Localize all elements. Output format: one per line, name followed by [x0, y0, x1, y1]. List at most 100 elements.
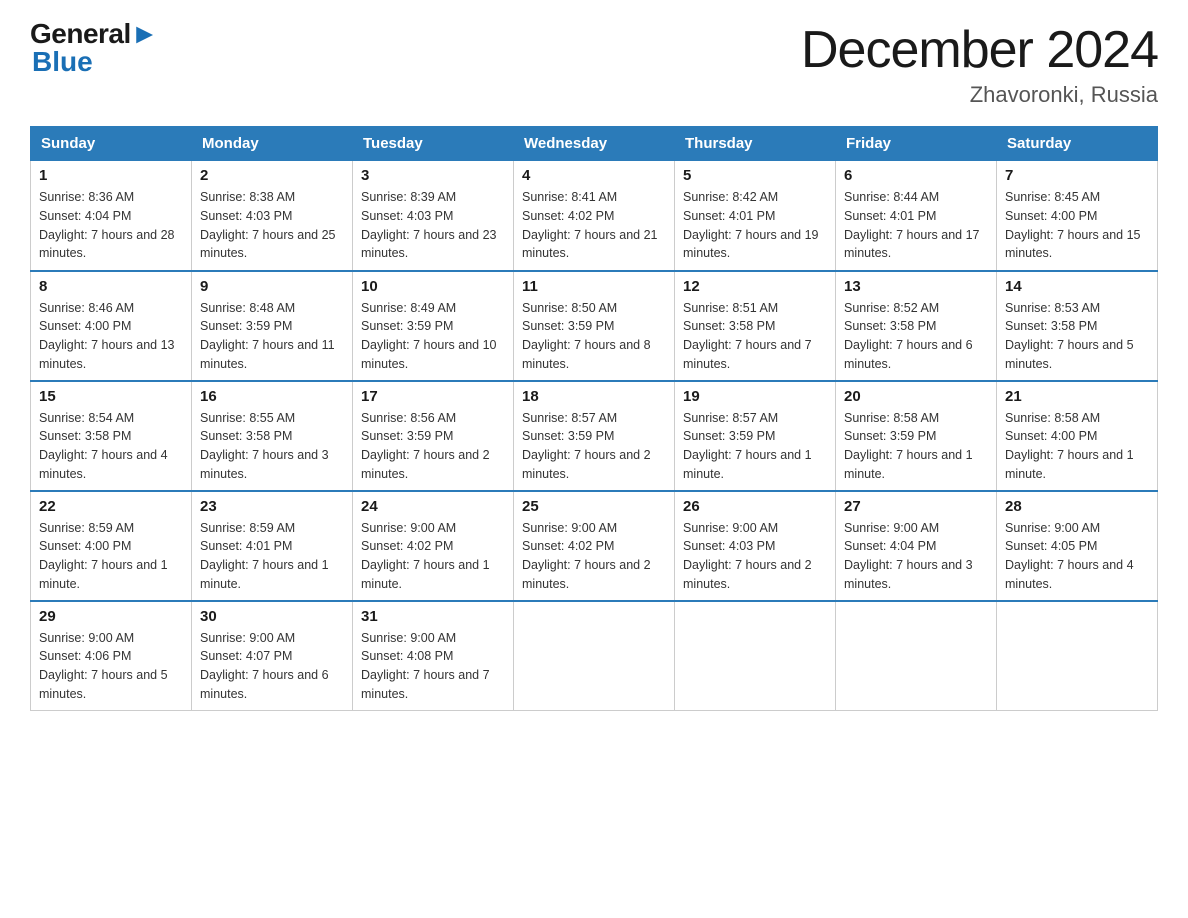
col-header-thursday: Thursday: [675, 127, 836, 161]
day-number: 16: [200, 388, 344, 405]
calendar-cell: 21 Sunrise: 8:58 AMSunset: 4:00 PMDayligh…: [997, 381, 1158, 491]
calendar-cell: 9 Sunrise: 8:48 AMSunset: 3:59 PMDaylight…: [192, 271, 353, 381]
day-number: 5: [683, 167, 827, 184]
calendar-cell: 27 Sunrise: 9:00 AMSunset: 4:04 PMDayligh…: [836, 491, 997, 601]
cell-info: Sunrise: 9:00 AMSunset: 4:08 PMDaylight:…: [361, 631, 490, 701]
day-number: 4: [522, 167, 666, 184]
day-number: 29: [39, 608, 183, 625]
cell-info: Sunrise: 8:49 AMSunset: 3:59 PMDaylight:…: [361, 301, 497, 371]
calendar-cell: [514, 601, 675, 711]
cell-info: Sunrise: 8:58 AMSunset: 4:00 PMDaylight:…: [1005, 411, 1134, 481]
day-number: 3: [361, 167, 505, 184]
day-number: 7: [1005, 167, 1149, 184]
cell-info: Sunrise: 8:45 AMSunset: 4:00 PMDaylight:…: [1005, 190, 1141, 260]
day-number: 25: [522, 498, 666, 515]
calendar-week-1: 1Sunrise: 8:36 AMSunset: 4:04 PMDaylight…: [31, 161, 1158, 271]
calendar-cell: 7 Sunrise: 8:45 AMSunset: 4:00 PMDaylight…: [997, 161, 1158, 271]
day-number: 22: [39, 498, 183, 515]
day-number: 18: [522, 388, 666, 405]
col-header-friday: Friday: [836, 127, 997, 161]
calendar-cell: 8 Sunrise: 8:46 AMSunset: 4:00 PMDaylight…: [31, 271, 192, 381]
calendar-cell: 18 Sunrise: 8:57 AMSunset: 3:59 PMDayligh…: [514, 381, 675, 491]
day-number: 15: [39, 388, 183, 405]
calendar-week-5: 29 Sunrise: 9:00 AMSunset: 4:06 PMDayligh…: [31, 601, 1158, 711]
calendar-cell: 19Sunrise: 8:57 AMSunset: 3:59 PMDayligh…: [675, 381, 836, 491]
calendar-cell: [997, 601, 1158, 711]
page-header: General► Blue December 2024 Zhavoronki, …: [30, 20, 1158, 108]
day-number: 28: [1005, 498, 1149, 515]
calendar-cell: 25 Sunrise: 9:00 AMSunset: 4:02 PMDayligh…: [514, 491, 675, 601]
day-number: 27: [844, 498, 988, 515]
calendar-cell: 17 Sunrise: 8:56 AMSunset: 3:59 PMDayligh…: [353, 381, 514, 491]
cell-info: Sunrise: 8:58 AMSunset: 3:59 PMDaylight:…: [844, 411, 973, 481]
calendar-cell: 22 Sunrise: 8:59 AMSunset: 4:00 PMDayligh…: [31, 491, 192, 601]
calendar-cell: 1Sunrise: 8:36 AMSunset: 4:04 PMDaylight…: [31, 161, 192, 271]
logo-text-blue: Blue: [32, 48, 158, 76]
cell-info: Sunrise: 8:55 AMSunset: 3:58 PMDaylight:…: [200, 411, 329, 481]
calendar-cell: 28 Sunrise: 9:00 AMSunset: 4:05 PMDayligh…: [997, 491, 1158, 601]
day-number: 2: [200, 167, 344, 184]
cell-info: Sunrise: 8:59 AMSunset: 4:00 PMDaylight:…: [39, 521, 168, 591]
cell-info: Sunrise: 8:54 AMSunset: 3:58 PMDaylight:…: [39, 411, 168, 481]
calendar-cell: 15 Sunrise: 8:54 AMSunset: 3:58 PMDayligh…: [31, 381, 192, 491]
calendar-cell: 23Sunrise: 8:59 AMSunset: 4:01 PMDayligh…: [192, 491, 353, 601]
calendar-week-2: 8 Sunrise: 8:46 AMSunset: 4:00 PMDaylight…: [31, 271, 1158, 381]
day-number: 20: [844, 388, 988, 405]
cell-info: Sunrise: 8:57 AMSunset: 3:59 PMDaylight:…: [683, 411, 812, 481]
day-number: 17: [361, 388, 505, 405]
day-number: 24: [361, 498, 505, 515]
day-number: 11: [522, 278, 666, 295]
cell-info: Sunrise: 8:42 AMSunset: 4:01 PMDaylight:…: [683, 190, 819, 260]
col-header-tuesday: Tuesday: [353, 127, 514, 161]
day-number: 13: [844, 278, 988, 295]
cell-info: Sunrise: 8:38 AMSunset: 4:03 PMDaylight:…: [200, 190, 336, 260]
day-number: 26: [683, 498, 827, 515]
cell-info: Sunrise: 8:46 AMSunset: 4:00 PMDaylight:…: [39, 301, 175, 371]
cell-info: Sunrise: 8:53 AMSunset: 3:58 PMDaylight:…: [1005, 301, 1134, 371]
calendar-cell: 30 Sunrise: 9:00 AMSunset: 4:07 PMDayligh…: [192, 601, 353, 711]
calendar-cell: 14 Sunrise: 8:53 AMSunset: 3:58 PMDayligh…: [997, 271, 1158, 381]
calendar-cell: 4 Sunrise: 8:41 AMSunset: 4:02 PMDaylight…: [514, 161, 675, 271]
calendar-cell: [836, 601, 997, 711]
location: Zhavoronki, Russia: [801, 82, 1158, 108]
cell-info: Sunrise: 9:00 AMSunset: 4:02 PMDaylight:…: [361, 521, 490, 591]
cell-info: Sunrise: 9:00 AMSunset: 4:02 PMDaylight:…: [522, 521, 651, 591]
calendar-week-3: 15 Sunrise: 8:54 AMSunset: 3:58 PMDayligh…: [31, 381, 1158, 491]
day-number: 9: [200, 278, 344, 295]
day-number: 21: [1005, 388, 1149, 405]
day-number: 30: [200, 608, 344, 625]
col-header-wednesday: Wednesday: [514, 127, 675, 161]
calendar-cell: 16 Sunrise: 8:55 AMSunset: 3:58 PMDayligh…: [192, 381, 353, 491]
cell-info: Sunrise: 8:51 AMSunset: 3:58 PMDaylight:…: [683, 301, 812, 371]
day-number: 14: [1005, 278, 1149, 295]
calendar-table: Sunday Monday Tuesday Wednesday Thursday…: [30, 126, 1158, 711]
col-header-sunday: Sunday: [31, 127, 192, 161]
cell-info: Sunrise: 8:52 AMSunset: 3:58 PMDaylight:…: [844, 301, 973, 371]
cell-info: Sunrise: 9:00 AMSunset: 4:05 PMDaylight:…: [1005, 521, 1134, 591]
month-title: December 2024: [801, 20, 1158, 80]
cell-info: Sunrise: 8:50 AMSunset: 3:59 PMDaylight:…: [522, 301, 651, 371]
calendar-cell: 3Sunrise: 8:39 AMSunset: 4:03 PMDaylight…: [353, 161, 514, 271]
col-header-saturday: Saturday: [997, 127, 1158, 161]
cell-info: Sunrise: 8:57 AMSunset: 3:59 PMDaylight:…: [522, 411, 651, 481]
cell-info: Sunrise: 8:41 AMSunset: 4:02 PMDaylight:…: [522, 190, 658, 260]
calendar-cell: 6Sunrise: 8:44 AMSunset: 4:01 PMDaylight…: [836, 161, 997, 271]
cell-info: Sunrise: 8:48 AMSunset: 3:59 PMDaylight:…: [200, 301, 335, 371]
calendar-cell: [675, 601, 836, 711]
cell-info: Sunrise: 9:00 AMSunset: 4:07 PMDaylight:…: [200, 631, 329, 701]
day-number: 31: [361, 608, 505, 625]
calendar-cell: 24 Sunrise: 9:00 AMSunset: 4:02 PMDayligh…: [353, 491, 514, 601]
calendar-cell: 29 Sunrise: 9:00 AMSunset: 4:06 PMDayligh…: [31, 601, 192, 711]
cell-info: Sunrise: 9:00 AMSunset: 4:03 PMDaylight:…: [683, 521, 812, 591]
title-block: December 2024 Zhavoronki, Russia: [801, 20, 1158, 108]
header-row: Sunday Monday Tuesday Wednesday Thursday…: [31, 127, 1158, 161]
cell-info: Sunrise: 8:44 AMSunset: 4:01 PMDaylight:…: [844, 190, 980, 260]
cell-info: Sunrise: 9:00 AMSunset: 4:04 PMDaylight:…: [844, 521, 973, 591]
day-number: 23: [200, 498, 344, 515]
calendar-cell: 20 Sunrise: 8:58 AMSunset: 3:59 PMDayligh…: [836, 381, 997, 491]
cell-info: Sunrise: 9:00 AMSunset: 4:06 PMDaylight:…: [39, 631, 168, 701]
day-number: 1: [39, 167, 183, 184]
cell-info: Sunrise: 8:56 AMSunset: 3:59 PMDaylight:…: [361, 411, 490, 481]
day-number: 8: [39, 278, 183, 295]
day-number: 10: [361, 278, 505, 295]
